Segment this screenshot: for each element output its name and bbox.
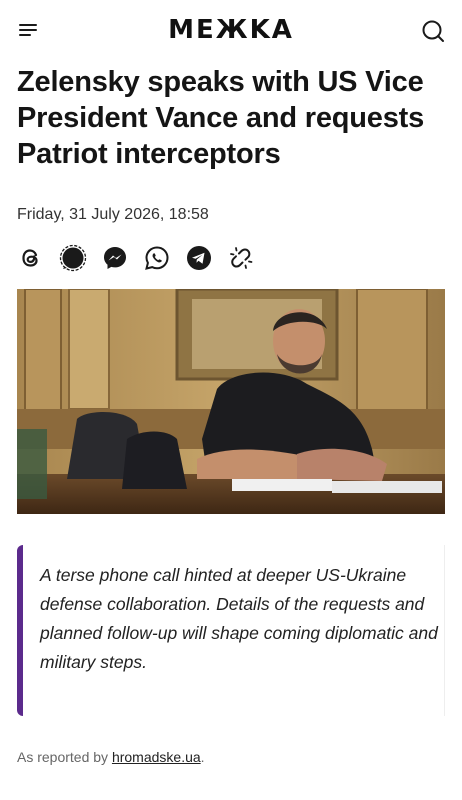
source-line: As reported by hromadske.ua. xyxy=(17,749,205,765)
copy-link-icon[interactable] xyxy=(227,244,255,272)
whatsapp-icon[interactable] xyxy=(143,244,171,272)
source-link[interactable]: hromadske.ua xyxy=(112,749,201,765)
publish-date: Friday, 31 July 2026, 18:58 xyxy=(17,206,209,223)
messenger-icon[interactable] xyxy=(101,244,129,272)
article-title: Zelensky speaks with US Vice President V… xyxy=(17,66,425,170)
signal-icon[interactable] xyxy=(59,244,87,272)
search-icon[interactable] xyxy=(421,19,445,43)
source-prefix: As reported by xyxy=(17,749,112,765)
source-suffix: . xyxy=(200,749,205,765)
threads-icon[interactable] xyxy=(17,244,45,272)
top-bar: MEЖKA xyxy=(0,0,462,60)
site-logo[interactable]: MEЖKA xyxy=(0,15,462,45)
article-photo xyxy=(17,289,445,514)
article-lead-quote: A terse phone call hinted at deeper US-U… xyxy=(17,545,445,716)
quote-text: A terse phone call hinted at deeper US-U… xyxy=(40,565,438,672)
telegram-icon[interactable] xyxy=(185,244,213,272)
